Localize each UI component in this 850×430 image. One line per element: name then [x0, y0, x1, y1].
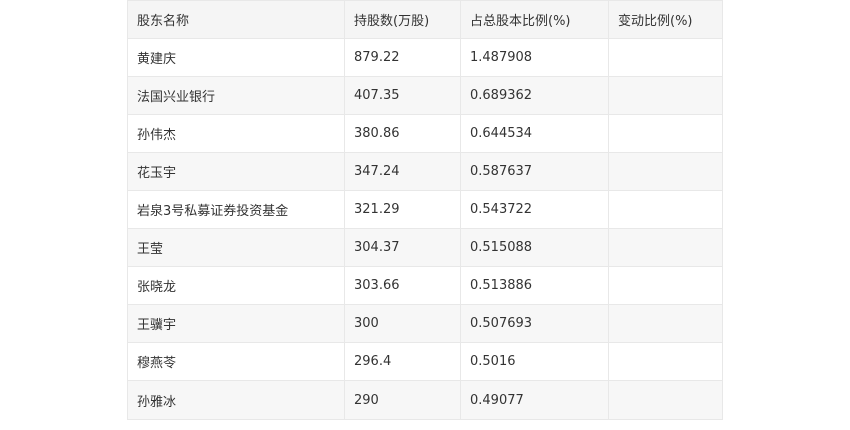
- cell-change-ratio: [608, 190, 723, 229]
- cell-shares-held: 290: [344, 380, 461, 420]
- cell-change-ratio: [608, 114, 723, 153]
- cell-shares-held: 321.29: [344, 190, 461, 229]
- cell-shareholder-name: 王莹: [127, 228, 345, 267]
- cell-shares-held: 296.4: [344, 342, 461, 381]
- shareholder-table-container: 股东名称 持股数(万股) 占总股本比例(%) 变动比例(%) 黄建庆 879.2…: [127, 0, 723, 420]
- cell-shares-held: 347.24: [344, 152, 461, 191]
- cell-share-ratio: 0.49077: [460, 380, 609, 420]
- table-row: 孙雅冰 290 0.49077: [127, 380, 723, 420]
- cell-share-ratio: 0.5016: [460, 342, 609, 381]
- header-change-ratio: 变动比例(%): [608, 0, 723, 39]
- table-row: 王莹 304.37 0.515088: [127, 228, 723, 267]
- cell-shares-held: 303.66: [344, 266, 461, 305]
- cell-change-ratio: [608, 38, 723, 77]
- table-row: 孙伟杰 380.86 0.644534: [127, 114, 723, 153]
- cell-shareholder-name: 王骥宇: [127, 304, 345, 343]
- cell-shares-held: 300: [344, 304, 461, 343]
- cell-share-ratio: 0.515088: [460, 228, 609, 267]
- cell-shares-held: 304.37: [344, 228, 461, 267]
- cell-shareholder-name: 岩泉3号私募证券投资基金: [127, 190, 345, 229]
- cell-share-ratio: 0.543722: [460, 190, 609, 229]
- cell-share-ratio: 0.513886: [460, 266, 609, 305]
- table-row: 黄建庆 879.22 1.487908: [127, 38, 723, 77]
- cell-shares-held: 879.22: [344, 38, 461, 77]
- cell-change-ratio: [608, 76, 723, 115]
- cell-shareholder-name: 花玉宇: [127, 152, 345, 191]
- cell-shares-held: 407.35: [344, 76, 461, 115]
- table-row: 法国兴业银行 407.35 0.689362: [127, 76, 723, 115]
- cell-shareholder-name: 法国兴业银行: [127, 76, 345, 115]
- header-shareholder-name: 股东名称: [127, 0, 345, 39]
- table-row: 王骥宇 300 0.507693: [127, 304, 723, 343]
- cell-shares-held: 380.86: [344, 114, 461, 153]
- cell-share-ratio: 0.689362: [460, 76, 609, 115]
- cell-change-ratio: [608, 152, 723, 191]
- cell-share-ratio: 1.487908: [460, 38, 609, 77]
- header-shares-held: 持股数(万股): [344, 0, 461, 39]
- cell-change-ratio: [608, 266, 723, 305]
- cell-share-ratio: 0.507693: [460, 304, 609, 343]
- cell-shareholder-name: 孙雅冰: [127, 380, 345, 420]
- cell-share-ratio: 0.644534: [460, 114, 609, 153]
- header-share-ratio: 占总股本比例(%): [460, 0, 609, 39]
- table-header-row: 股东名称 持股数(万股) 占总股本比例(%) 变动比例(%): [127, 0, 723, 39]
- cell-shareholder-name: 黄建庆: [127, 38, 345, 77]
- table-row: 穆燕苓 296.4 0.5016: [127, 342, 723, 381]
- cell-shareholder-name: 孙伟杰: [127, 114, 345, 153]
- cell-change-ratio: [608, 304, 723, 343]
- table-row: 花玉宇 347.24 0.587637: [127, 152, 723, 191]
- cell-shareholder-name: 穆燕苓: [127, 342, 345, 381]
- cell-shareholder-name: 张晓龙: [127, 266, 345, 305]
- cell-share-ratio: 0.587637: [460, 152, 609, 191]
- table-row: 张晓龙 303.66 0.513886: [127, 266, 723, 305]
- shareholder-table: 股东名称 持股数(万股) 占总股本比例(%) 变动比例(%) 黄建庆 879.2…: [127, 0, 723, 420]
- cell-change-ratio: [608, 380, 723, 420]
- cell-change-ratio: [608, 228, 723, 267]
- cell-change-ratio: [608, 342, 723, 381]
- table-row: 岩泉3号私募证券投资基金 321.29 0.543722: [127, 190, 723, 229]
